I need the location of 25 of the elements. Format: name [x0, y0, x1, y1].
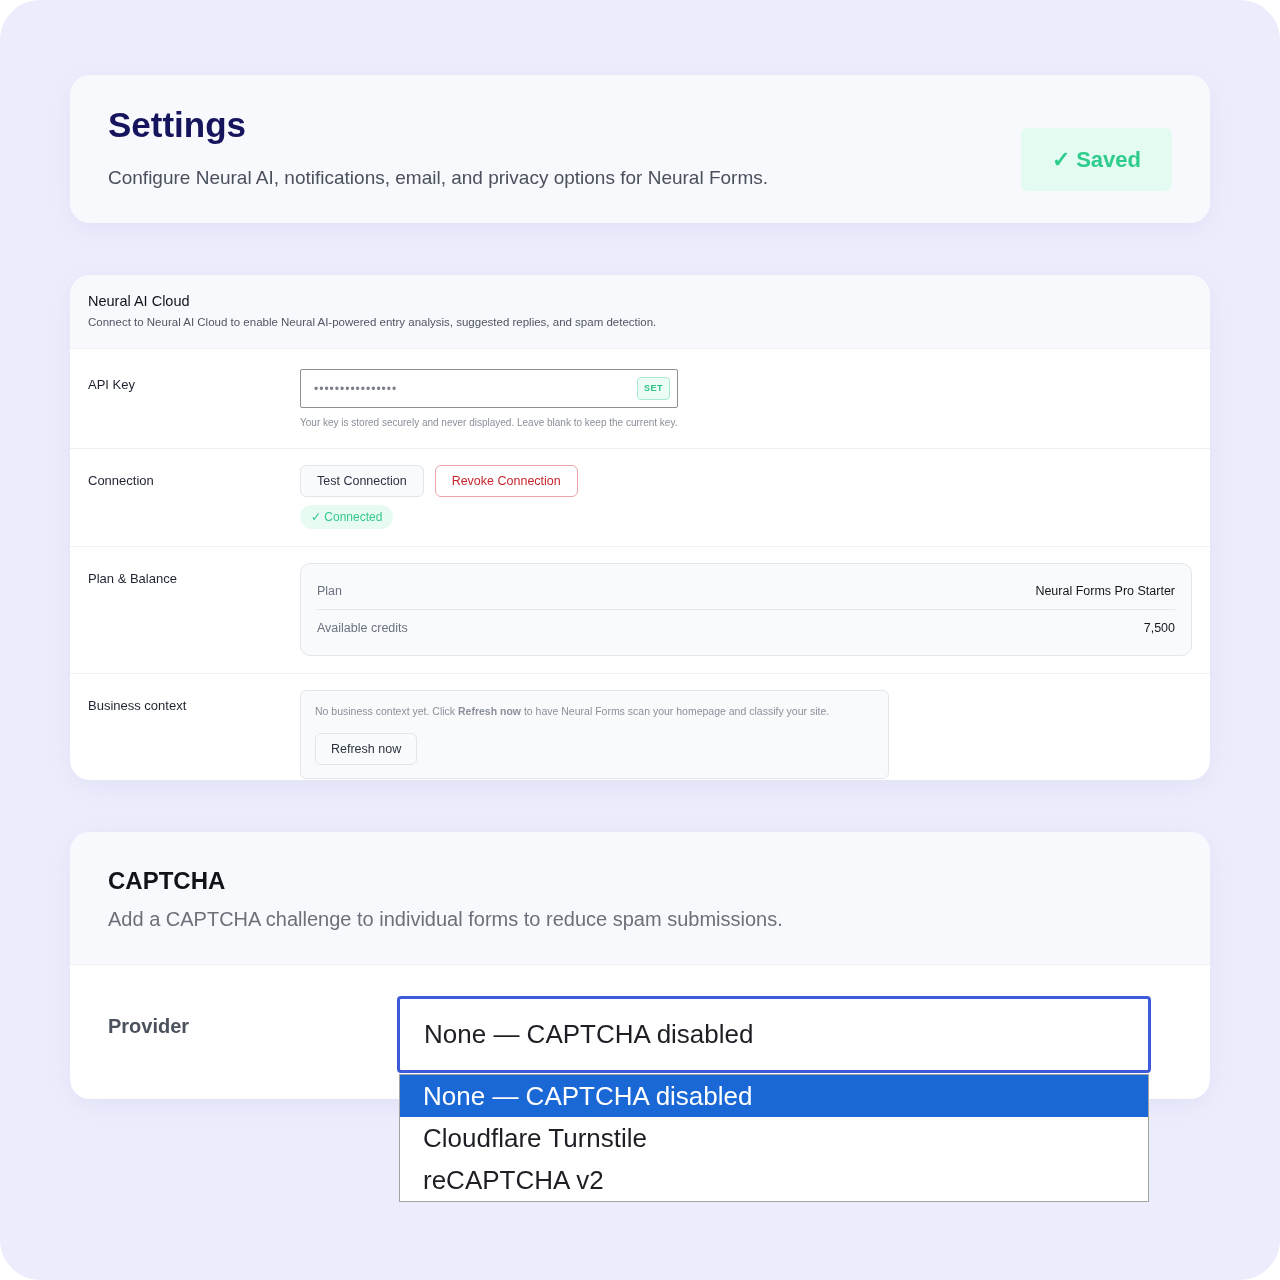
detail-value: 7,500: [1143, 620, 1175, 637]
provider-select[interactable]: None — CAPTCHA disabled: [397, 996, 1151, 1073]
detail-label: Plan: [317, 583, 343, 600]
business-context-message: No business context yet. Click Refresh now to have Neural Forms scan your homepage and classify your site.: [315, 704, 830, 718]
setting-label: Connection: [88, 472, 154, 490]
provider-option[interactable]: None — CAPTCHA disabled: [400, 1075, 1148, 1117]
section-title: CAPTCHA: [108, 866, 226, 896]
refresh-button[interactable]: Refresh now: [315, 733, 418, 765]
test-connection-button[interactable]: Test Connection: [300, 465, 424, 497]
saved-status-badge: ✓ Saved: [1021, 128, 1172, 191]
page-subtitle: Configure Neural AI, notifications, email, and privacy options for Neural Forms.: [108, 166, 769, 190]
setting-label: Business context: [88, 697, 187, 715]
api-key-help-text: Your key is stored securely and never displayed. Leave blank to keep the current key.: [300, 416, 679, 430]
page-title: Settings: [108, 104, 247, 146]
detail-value: Neural Forms Pro Starter: [1035, 583, 1175, 600]
key-set-badge: SET: [637, 377, 670, 400]
section-title: Neural AI Cloud: [88, 292, 190, 311]
revoke-connection-button[interactable]: Revoke Connection: [434, 465, 578, 497]
detail-label: Available credits: [317, 620, 408, 637]
connected-status-badge: ✓ Connected: [300, 505, 394, 529]
section-description: Add a CAPTCHA challenge to individual forms to reduce spam submissions.: [108, 907, 783, 932]
setting-label: API Key: [88, 376, 135, 394]
section-description: Connect to Neural AI Cloud to enable Neural AI-powered entry analysis, suggested replies, and spam detection.: [88, 315, 657, 330]
setting-label: Plan & Balance: [88, 570, 177, 588]
provider-label: Provider: [108, 1014, 190, 1039]
